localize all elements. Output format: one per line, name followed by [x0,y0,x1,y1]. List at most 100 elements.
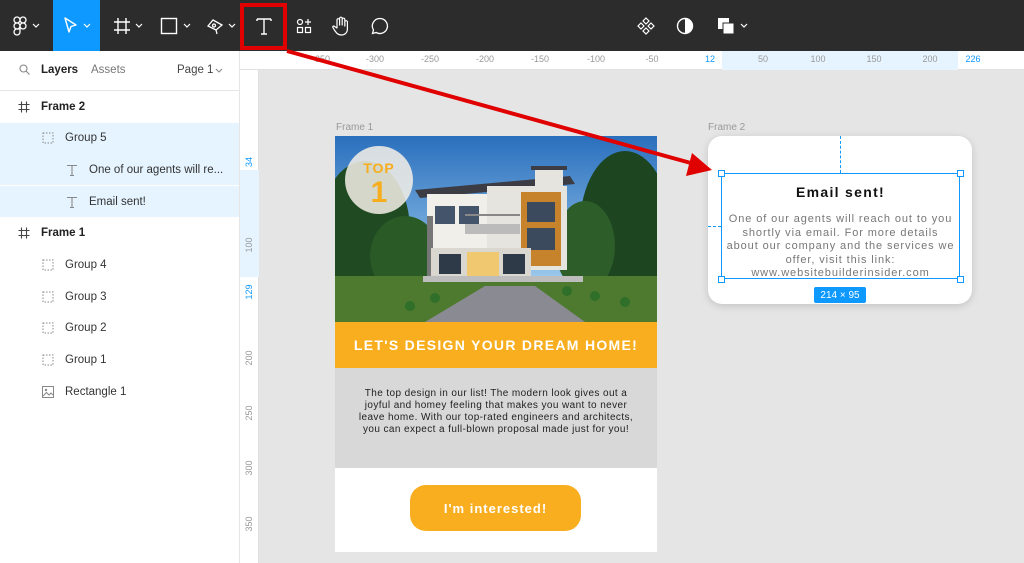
frame-hash-icon [18,101,30,113]
tab-assets[interactable]: Assets [91,64,126,76]
layer-label: Rectangle 1 [65,385,127,398]
hand-tool-button[interactable] [327,4,355,48]
group-dashed-icon [42,291,54,303]
comment-bubble-icon [371,17,389,35]
layer-row-group[interactable]: Group 5 [0,122,239,154]
pen-icon [206,17,224,35]
components-button[interactable] [634,4,658,48]
layer-row-group[interactable]: Group 3 [0,281,239,312]
frame-tool-button[interactable] [110,4,146,48]
layer-label: Group 5 [65,132,107,145]
frame-hash-icon [113,17,131,35]
text-tool-highlight-annotation [240,3,287,50]
search-icon[interactable] [19,64,30,78]
layer-row-text[interactable]: One of our agents will re... [0,154,239,186]
component-diamond-icon [637,17,655,35]
ruler-tick: 100 [810,54,826,64]
text-t-icon [66,196,78,208]
ruler-tick-selected: 129 [244,284,254,300]
chevron-down-icon [32,23,40,29]
resize-handle-bottom-right[interactable] [957,276,964,283]
resize-handle-top-right[interactable] [957,170,964,177]
ruler-tick: -300 [365,54,385,64]
layer-label: Group 1 [65,354,107,367]
group-dashed-icon [42,132,54,144]
text-t-icon [66,164,78,176]
toolbar [0,0,1024,51]
chevron-down-icon [135,23,143,29]
layer-row-image[interactable]: Rectangle 1 [0,376,239,407]
ruler-tick-selected: 34 [244,156,254,168]
group-dashed-icon [42,354,54,366]
layer-label: Group 2 [65,322,107,335]
tab-layers[interactable]: Layers [41,64,78,76]
layer-label: One of our agents will re... [89,163,224,176]
layer-row-group[interactable]: Group 4 [0,250,239,281]
ruler-tick: -200 [475,54,495,64]
chevron-down-icon [228,23,236,29]
ruler-selection-span [240,170,259,277]
chevron-down-icon [83,23,91,29]
frame-2-label[interactable]: Frame 2 [708,122,745,133]
resize-handle-bottom-left[interactable] [718,276,725,283]
measure-guide-horizontal [708,226,721,227]
layer-row-text[interactable]: Email sent! [0,186,239,218]
chevron-down-icon [183,23,191,29]
resources-grid-icon [296,18,312,34]
image-icon [42,385,54,398]
resources-button[interactable] [290,4,318,48]
group-dashed-icon [42,259,54,271]
banner-heading[interactable]: LET'S DESIGN YOUR DREAM HOME! [335,322,657,368]
layer-row-group[interactable]: Group 2 [0,313,239,344]
contrast-circle-icon [676,17,694,35]
ruler-tick: -150 [530,54,550,64]
group-dashed-icon [42,322,54,334]
top-1-badge[interactable]: TOP 1 [345,146,413,214]
ruler-tick: 300 [244,460,254,476]
house-photo[interactable]: TOP 1 [335,136,657,322]
ruler-tick: -350 [311,54,331,64]
ruler-vertical: 34 100 129 200 250 300 350 [240,70,259,563]
badge-top-text: TOP [363,160,395,176]
selection-box [721,173,960,279]
pen-tool-button[interactable] [202,4,240,48]
selection-size-badge: 214 × 95 [814,287,866,303]
frame-1-label[interactable]: Frame 1 [336,122,373,133]
move-tool-button[interactable] [53,0,100,51]
boolean-union-icon [717,17,735,35]
description-text[interactable]: The top design in our list! The modern l… [335,368,657,468]
measure-guide-vertical [840,136,841,173]
frame-1[interactable]: TOP 1 LET'S DESIGN YOUR DREAM HOME! The … [335,136,657,552]
figma-logo-icon [12,16,27,36]
resize-handle-top-left[interactable] [718,170,725,177]
ruler-tick: -50 [645,54,659,64]
figma-menu-button[interactable] [8,4,44,48]
ruler-tick: 100 [244,237,254,253]
mask-button[interactable] [673,4,697,48]
ruler-tick-selected: 226 [965,54,981,64]
ruler-tick: 50 [757,54,769,64]
layer-row-frame[interactable]: Frame 2 [0,91,239,122]
im-interested-button[interactable]: I'm interested! [410,485,581,531]
boolean-ops-button[interactable] [712,4,752,48]
shape-tool-button[interactable] [156,4,194,48]
ruler-tick-selected: 12 [704,54,716,64]
cursor-arrow-icon [63,16,79,35]
ruler-horizontal: -350 -300 -250 -200 -150 -100 -50 12 50 … [240,51,1024,70]
layer-label: Email sent! [89,195,146,208]
page-selector[interactable]: Page 1 [177,64,213,76]
hand-icon [332,16,350,36]
layer-row-group[interactable]: Group 1 [0,345,239,376]
layer-label: Frame 1 [41,227,86,240]
frame-hash-icon [18,227,30,239]
layer-row-frame[interactable]: Frame 1 [0,218,239,249]
panel-tabs: Layers Assets Page 1 [0,51,239,91]
layers-panel: Layers Assets Page 1 Frame 2 Group 5 One o… [0,51,240,563]
comment-tool-button[interactable] [366,4,394,48]
chevron-down-icon[interactable] [215,65,223,77]
ruler-tick: -100 [586,54,606,64]
ruler-tick: 350 [244,516,254,532]
chevron-down-icon [740,23,748,29]
layer-label: Frame 2 [41,100,86,113]
layer-label: Group 3 [65,290,107,303]
